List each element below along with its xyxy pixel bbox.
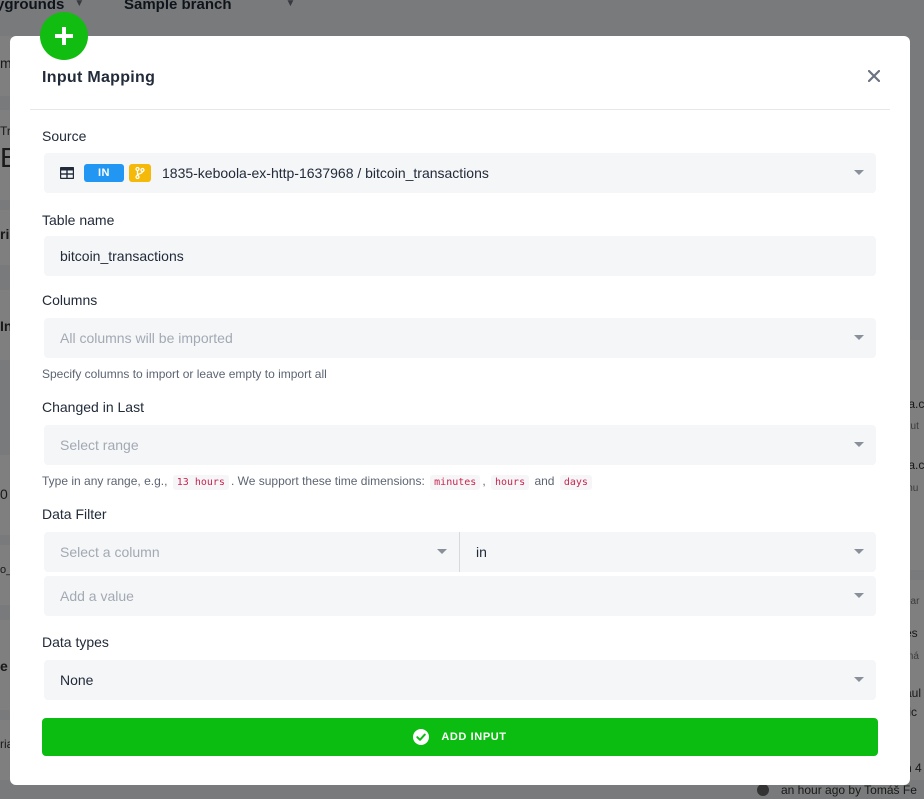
- data-filter-label: Data Filter: [42, 506, 107, 522]
- stage-badge: IN: [84, 164, 124, 182]
- chevron-down-icon: [854, 549, 864, 554]
- source-label: Source: [42, 128, 87, 144]
- close-icon: [868, 70, 880, 82]
- table-icon: [60, 167, 74, 179]
- chevron-down-icon: [854, 677, 864, 682]
- changed-in-last-label: Changed in Last: [42, 399, 144, 415]
- dimension-hours: hours: [491, 475, 530, 490]
- chevron-down-icon: [437, 549, 447, 554]
- example-range: 13 hours: [172, 475, 229, 490]
- add-icon-badge: [40, 12, 88, 60]
- filter-operator-value: in: [476, 544, 487, 560]
- dimension-minutes: minutes: [430, 475, 481, 490]
- data-types-label: Data types: [42, 634, 109, 650]
- chevron-down-icon: [854, 593, 864, 598]
- check-circle-icon: [413, 729, 430, 745]
- add-input-button[interactable]: ADD INPUT: [42, 718, 878, 756]
- changed-in-last-placeholder: Select range: [60, 437, 139, 453]
- filter-value-placeholder: Add a value: [60, 588, 134, 604]
- source-value: 1835-keboola-ex-http-1637968 / bitcoin_t…: [162, 165, 489, 181]
- header-divider: [30, 109, 890, 110]
- modal-title: Input Mapping: [42, 69, 156, 86]
- columns-placeholder: All columns will be imported: [60, 330, 233, 346]
- input-mapping-modal: Input Mapping Source IN 1835-keboola-ex-…: [10, 12, 910, 785]
- source-select[interactable]: IN 1835-keboola-ex-http-1637968 / bitcoi…: [44, 153, 876, 193]
- changed-in-last-select[interactable]: Select range: [44, 425, 876, 465]
- branch-badge: [129, 164, 151, 182]
- filter-column-select[interactable]: Select a column: [44, 532, 459, 572]
- columns-label: Columns: [42, 292, 98, 308]
- chevron-down-icon: [854, 170, 864, 175]
- chevron-down-icon: [854, 442, 864, 447]
- data-types-select[interactable]: None: [44, 660, 876, 700]
- branch-icon: [135, 167, 145, 179]
- filter-value-select[interactable]: Add a value: [44, 576, 876, 616]
- add-input-label: ADD INPUT: [441, 731, 507, 743]
- filter-column-placeholder: Select a column: [60, 544, 160, 560]
- table-name-label: Table name: [42, 212, 115, 228]
- plus-icon: [55, 27, 73, 45]
- changed-in-last-help: Type in any range, e.g., 13 hours. We su…: [42, 474, 594, 490]
- table-name-value: bitcoin_transactions: [60, 248, 184, 264]
- columns-select[interactable]: All columns will be imported: [44, 318, 876, 358]
- chevron-down-icon: [854, 335, 864, 340]
- columns-help: Specify columns to import or leave empty…: [42, 367, 327, 381]
- data-types-value: None: [60, 672, 94, 688]
- filter-operator-select[interactable]: in: [460, 532, 876, 572]
- close-button[interactable]: [866, 68, 882, 84]
- dimension-days: days: [559, 475, 592, 490]
- table-name-input[interactable]: bitcoin_transactions: [44, 236, 876, 276]
